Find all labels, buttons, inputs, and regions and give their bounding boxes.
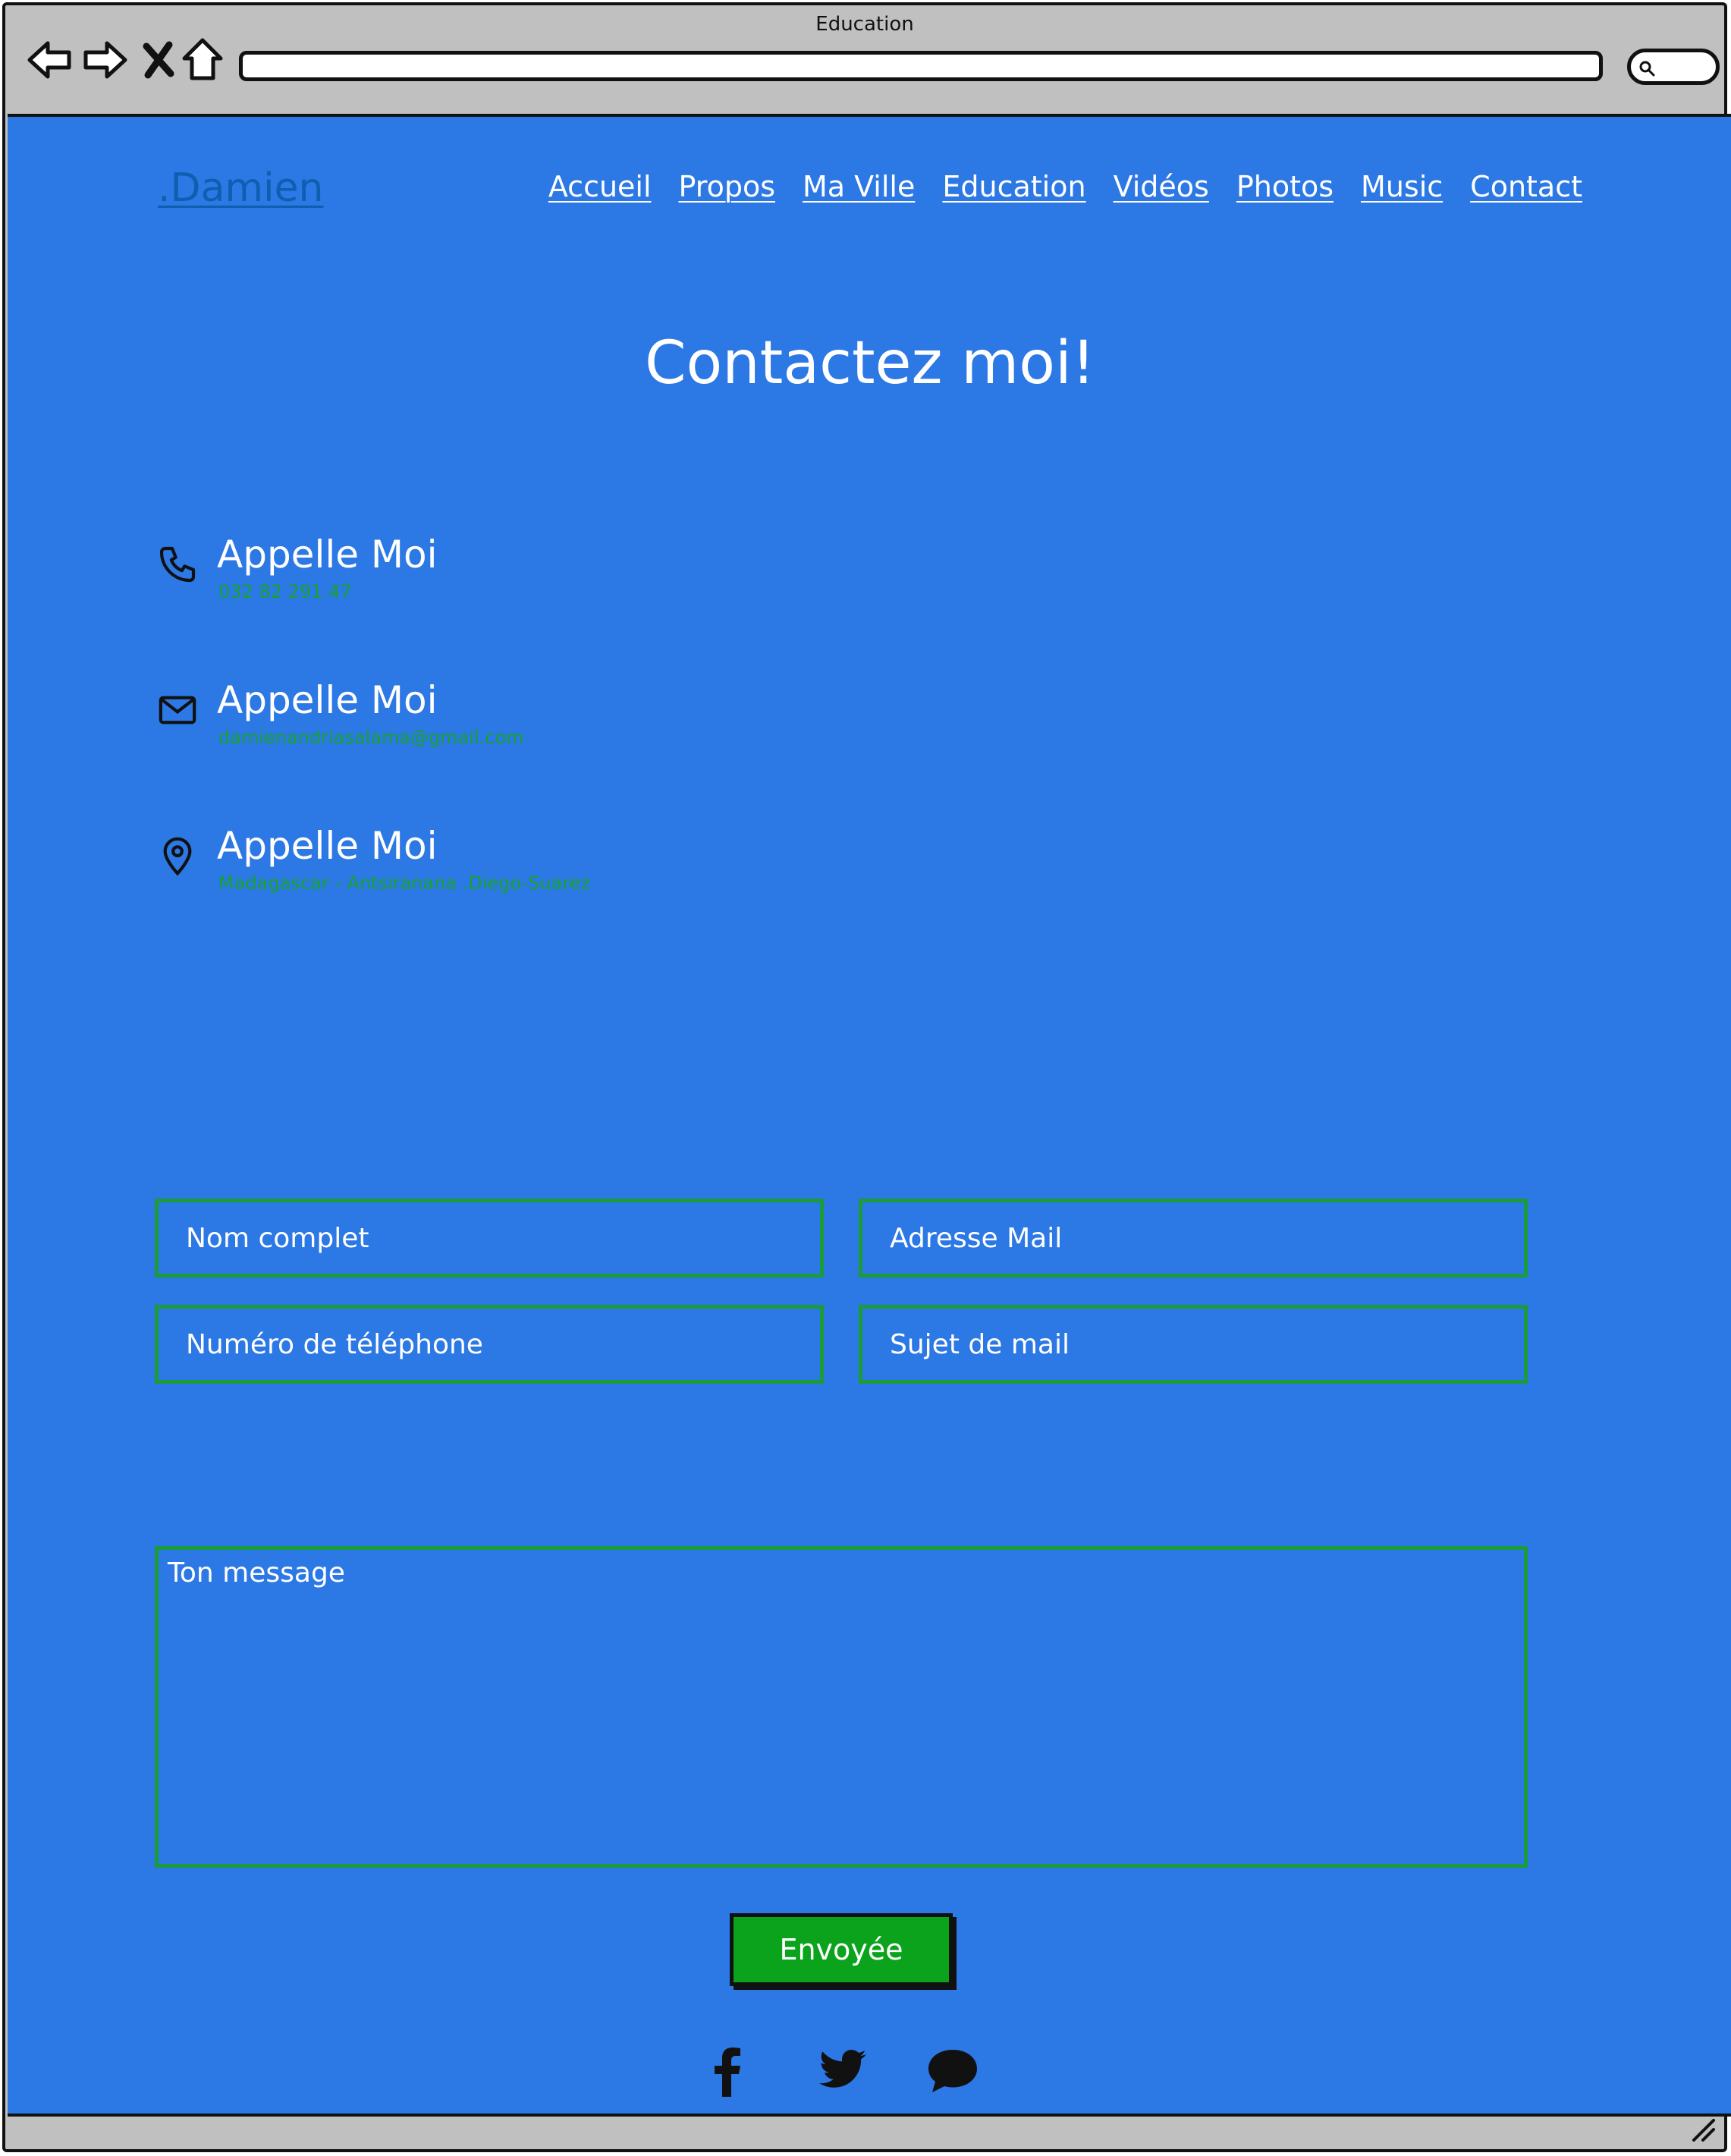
contact-phone-value: 032 82 291 47 [218,581,352,602]
arrow-left-icon[interactable] [25,36,74,84]
page-viewport: .Damien Accueil Propos Ma Ville Educatio… [8,114,1731,2117]
contact-address-value: Madagascar - Antsiranana .Diego-Suarez [218,872,591,894]
contact-heading: Appelle Moi [217,824,438,868]
close-icon[interactable] [139,36,178,84]
contact-email-value[interactable]: damienandriasalama@gmail.com [218,727,524,748]
full-name-input[interactable] [155,1199,824,1278]
nav-link-music[interactable]: Music [1361,170,1443,203]
email-input[interactable] [859,1199,1528,1278]
nav-link-ma-ville[interactable]: Ma Ville [803,170,915,203]
search-field[interactable] [1627,49,1720,85]
nav-link-photos[interactable]: Photos [1236,170,1334,203]
message-textarea[interactable] [155,1546,1528,1868]
mail-icon [156,689,199,731]
arrow-right-icon[interactable] [81,36,130,84]
phone-icon [156,543,199,586]
subject-input[interactable] [859,1305,1528,1384]
submit-button[interactable]: Envoyée [730,1913,953,1986]
twitter-icon[interactable] [812,2041,872,2101]
nav-link-education[interactable]: Education [942,170,1085,203]
nav-link-contact[interactable]: Contact [1470,170,1582,203]
nav-link-videos[interactable]: Vidéos [1114,170,1209,203]
window-title: Education [815,13,914,36]
contact-heading: Appelle Moi [217,678,438,722]
browser-window: Education .Damien Accueil Propos Ma Vill… [2,2,1731,2152]
site-logo[interactable]: .Damien [158,165,324,211]
address-bar[interactable] [239,51,1603,81]
location-pin-icon [156,834,199,877]
home-icon[interactable] [180,36,225,84]
facebook-icon[interactable] [696,2041,757,2101]
phone-input[interactable] [155,1305,824,1384]
nav-link-accueil[interactable]: Accueil [548,170,652,203]
chat-icon[interactable] [922,2041,983,2101]
resize-grip-icon[interactable] [1689,2116,1717,2143]
page-title: Contactez moi! [645,329,1095,398]
nav-link-propos[interactable]: Propos [679,170,775,203]
main-nav: Accueil Propos Ma Ville Education Vidéos… [548,170,1582,203]
search-icon [1639,61,1655,77]
contact-heading: Appelle Moi [217,533,438,577]
